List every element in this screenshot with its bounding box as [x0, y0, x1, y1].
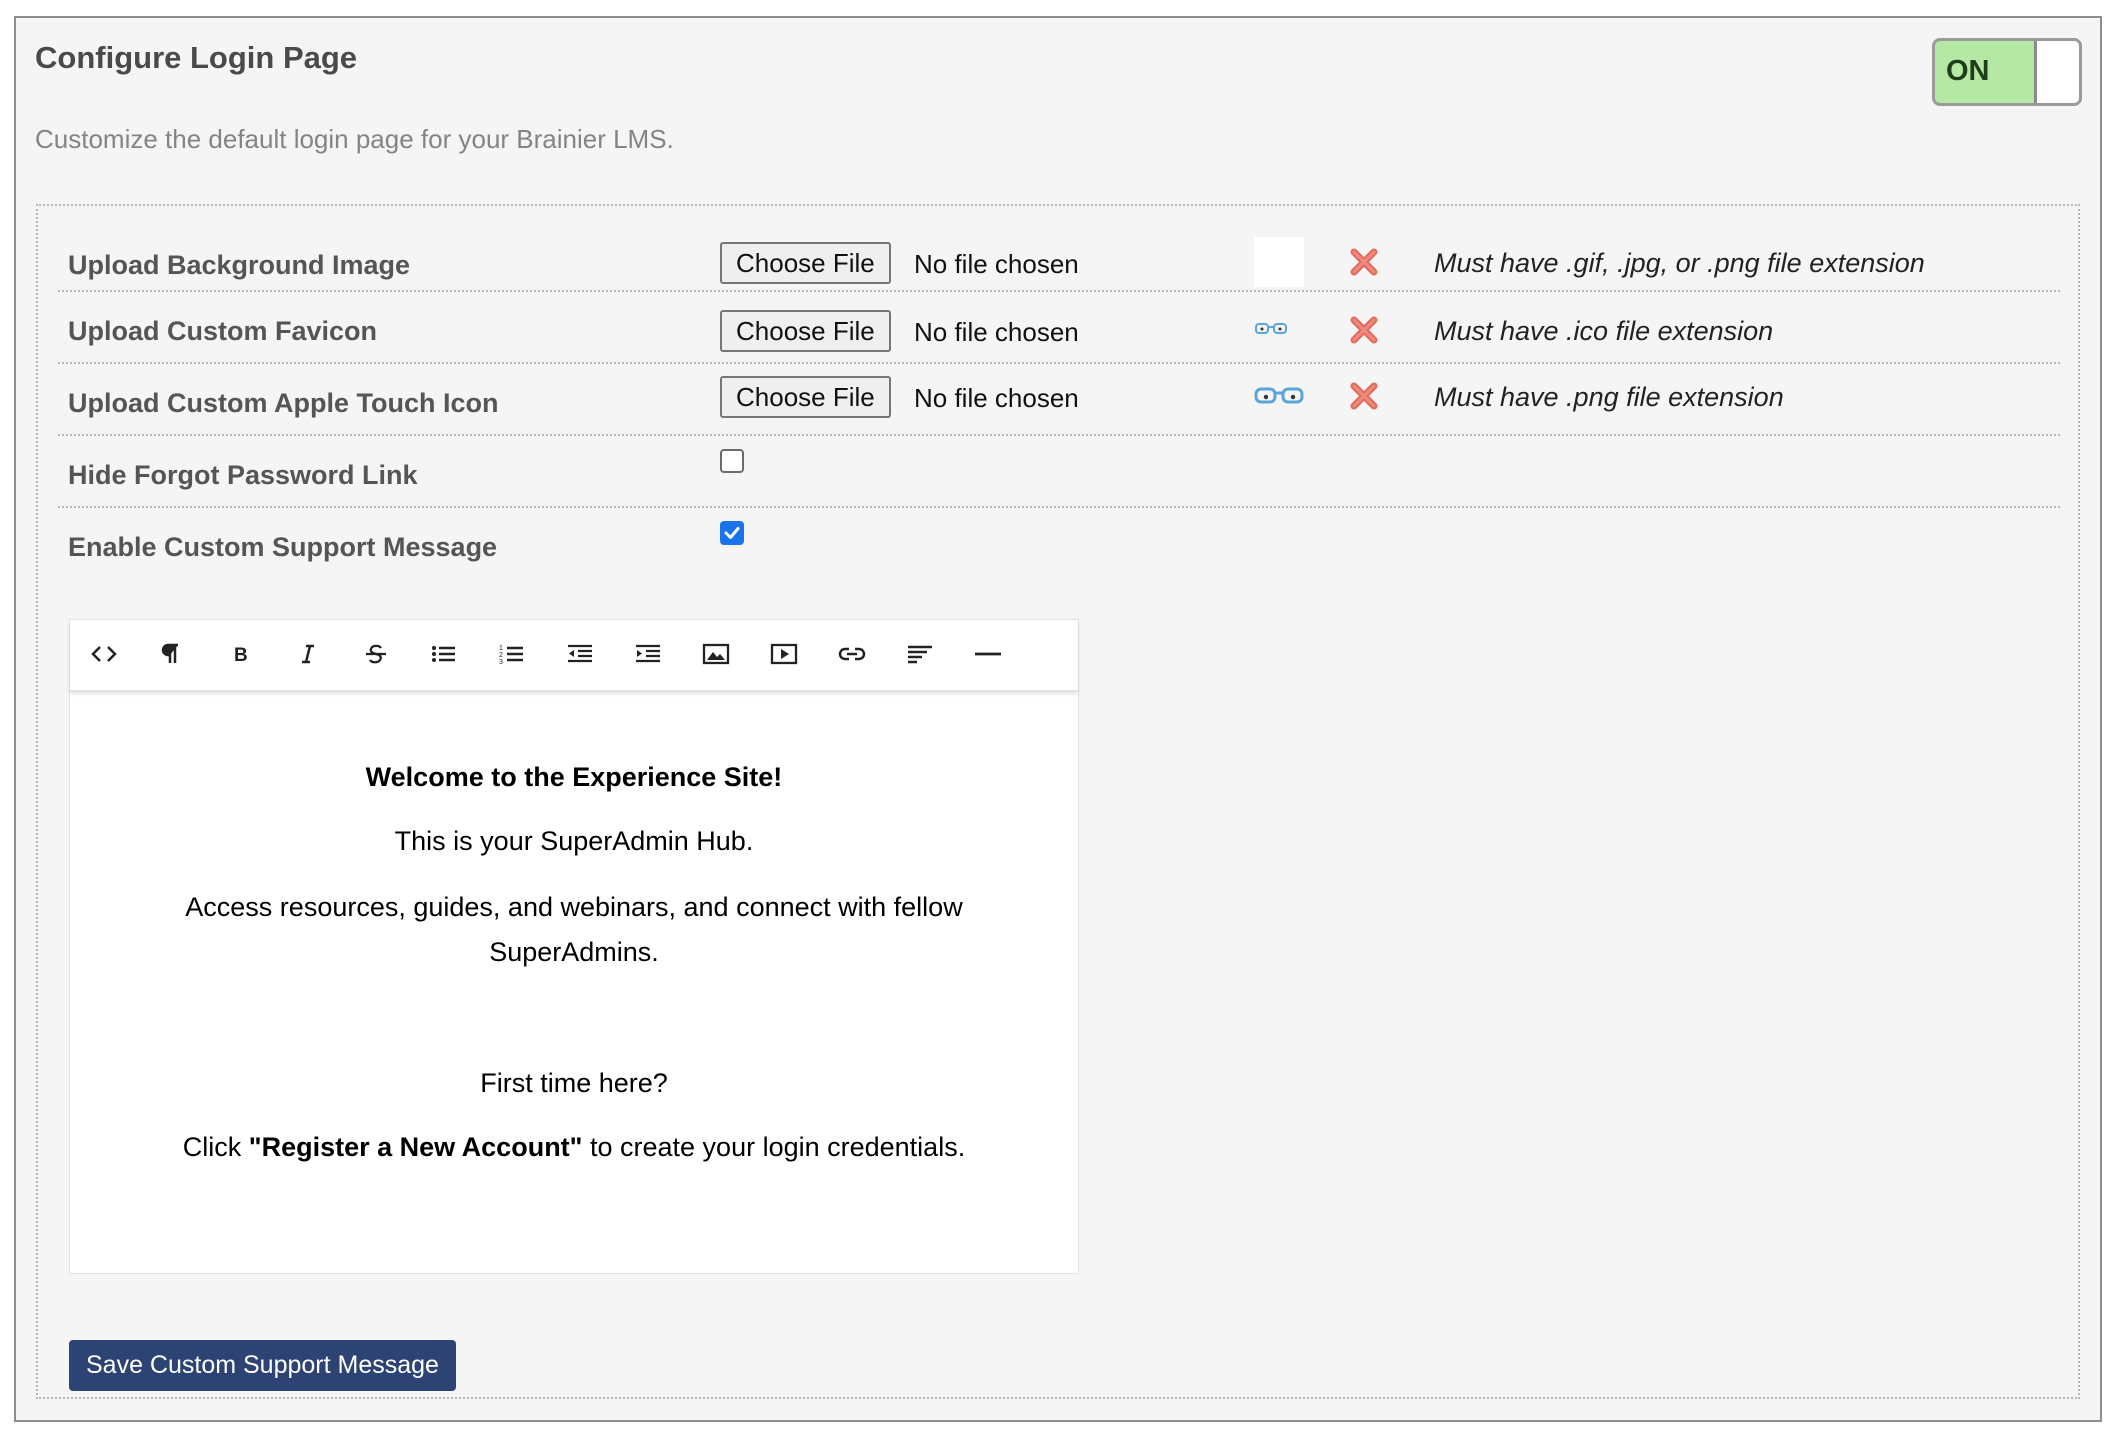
- enable-support-message-row: Enable Custom Support Message: [58, 506, 2060, 578]
- apple-touch-preview-glasses-icon: [1254, 387, 1304, 404]
- toggle-knob: [2034, 41, 2079, 103]
- support-message-editor[interactable]: B 123 Welcome to the Experience Site! Th…: [69, 619, 1079, 1274]
- register-suffix: to create your login credentials.: [582, 1132, 966, 1162]
- file-status-apple-touch: No file chosen: [914, 383, 1079, 413]
- indent-icon[interactable]: [626, 632, 670, 676]
- background-format-hint: Must have .gif, .jpg, or .png file exten…: [1434, 248, 1925, 278]
- message-line-first-time: First time here?: [480, 1068, 668, 1098]
- message-line-hub: This is your SuperAdmin Hub.: [394, 826, 754, 856]
- image-icon[interactable]: [694, 632, 738, 676]
- outdent-icon[interactable]: [558, 632, 602, 676]
- remove-apple-touch-icon[interactable]: [1348, 380, 1380, 412]
- choose-file-favicon-button[interactable]: Choose File: [720, 310, 891, 352]
- horizontal-rule-icon[interactable]: [966, 632, 1010, 676]
- configure-login-panel: Configure Login Page Customize the defau…: [14, 16, 2102, 1422]
- svg-text:B: B: [234, 645, 248, 666]
- hide-forgot-password-checkbox[interactable]: [720, 449, 744, 473]
- upload-background-row: Upload Background Image Choose File No f…: [58, 206, 2060, 292]
- editor-toolbar: B 123: [70, 620, 1078, 692]
- favicon-format-hint: Must have .ico file extension: [1434, 316, 1774, 346]
- register-emphasis: "Register a New Account": [248, 1132, 583, 1162]
- svg-text:1: 1: [499, 645, 503, 652]
- favicon-preview-glasses-icon: [1255, 323, 1287, 334]
- enable-support-message-checkbox[interactable]: [720, 521, 744, 545]
- bulleted-list-icon[interactable]: [422, 632, 466, 676]
- toggle-label: ON: [1946, 55, 1990, 87]
- upload-favicon-row: Upload Custom Favicon Choose File No fil…: [58, 290, 2060, 364]
- paragraph-icon[interactable]: [150, 632, 194, 676]
- upload-apple-touch-row: Upload Custom Apple Touch Icon Choose Fi…: [58, 362, 2060, 436]
- settings-section: Upload Background Image Choose File No f…: [36, 204, 2080, 1399]
- upload-favicon-label: Upload Custom Favicon: [68, 316, 378, 346]
- hide-forgot-password-row: Hide Forgot Password Link: [58, 434, 2060, 508]
- choose-file-apple-touch-button[interactable]: Choose File: [720, 376, 891, 418]
- message-line-register: Click "Register a New Account" to create…: [70, 1132, 1078, 1163]
- link-icon[interactable]: [830, 632, 874, 676]
- enable-toggle[interactable]: ON: [1932, 38, 2082, 106]
- choose-file-background-button[interactable]: Choose File: [720, 242, 891, 284]
- file-status-background: No file chosen: [914, 249, 1079, 279]
- page-title: Configure Login Page: [35, 40, 358, 75]
- hide-forgot-password-label: Hide Forgot Password Link: [68, 460, 418, 490]
- upload-background-label: Upload Background Image: [68, 250, 411, 280]
- message-line-superadmins: SuperAdmins.: [489, 937, 659, 967]
- checkmark-icon: [724, 527, 740, 539]
- remove-favicon-icon[interactable]: [1348, 314, 1380, 346]
- remove-background-icon[interactable]: [1348, 246, 1380, 278]
- code-view-icon[interactable]: [82, 632, 126, 676]
- italic-icon[interactable]: [286, 632, 330, 676]
- save-support-message-button[interactable]: Save Custom Support Message: [69, 1340, 456, 1391]
- upload-apple-touch-label: Upload Custom Apple Touch Icon: [68, 388, 499, 418]
- message-line-resources: Access resources, guides, and webinars, …: [185, 892, 963, 922]
- file-status-favicon: No file chosen: [914, 317, 1079, 347]
- register-prefix: Click: [182, 1132, 249, 1162]
- video-icon[interactable]: [762, 632, 806, 676]
- page-subtitle: Customize the default login page for you…: [35, 124, 674, 154]
- background-preview-thumbnail: [1254, 237, 1304, 287]
- strikethrough-icon[interactable]: [354, 632, 398, 676]
- svg-text:2: 2: [499, 652, 503, 659]
- bold-icon[interactable]: B: [218, 632, 262, 676]
- message-heading: Welcome to the Experience Site!: [365, 762, 783, 792]
- apple-touch-format-hint: Must have .png file extension: [1434, 382, 1784, 412]
- enable-support-message-label: Enable Custom Support Message: [68, 532, 498, 562]
- svg-text:3: 3: [499, 659, 503, 666]
- align-left-icon[interactable]: [898, 632, 942, 676]
- numbered-list-icon[interactable]: 123: [490, 632, 534, 676]
